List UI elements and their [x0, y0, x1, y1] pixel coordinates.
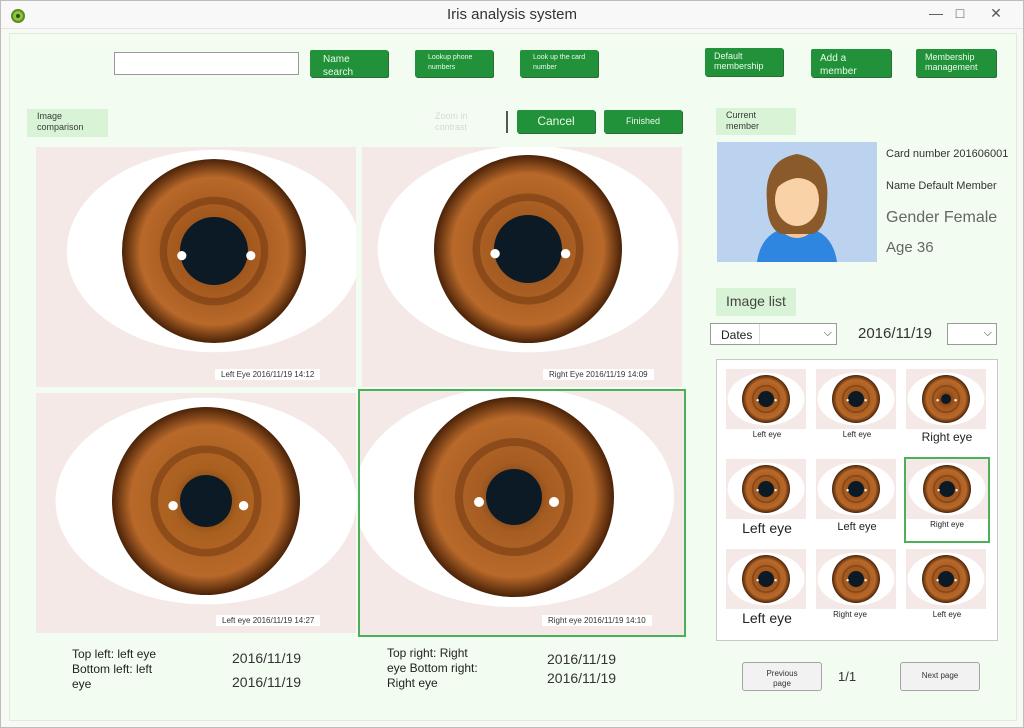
- female-avatar-icon: [717, 142, 877, 262]
- member-card-number: Card number 201606001: [886, 148, 1009, 160]
- name-search-input[interactable]: [114, 52, 299, 75]
- thumbnail-caption: Right eye: [833, 610, 867, 619]
- eye-photo-icon: [816, 459, 896, 519]
- zoom-contrast-button[interactable]: Zoom in contrast: [429, 109, 506, 135]
- thumbnail-item[interactable]: Left eye: [726, 369, 808, 451]
- image-list-label: Image list: [716, 288, 796, 316]
- eye-photo-icon: [36, 393, 356, 633]
- left-summary-date-1: 2016/11/19: [232, 650, 302, 666]
- name-search-button[interactable]: Name search: [310, 50, 388, 78]
- eye-photo-icon: [726, 459, 806, 519]
- eye-photo-icon: [726, 549, 806, 609]
- current-member-label: Current member: [716, 108, 796, 135]
- thumbnail-item[interactable]: Left eye: [816, 369, 898, 451]
- default-membership-button[interactable]: Default membership: [705, 48, 783, 76]
- membership-management-button[interactable]: Membership management: [916, 49, 996, 77]
- finished-button[interactable]: Finished: [604, 110, 682, 133]
- thumbnail-caption: Left eye: [742, 520, 792, 536]
- chevron-down-icon: ⌵: [983, 327, 992, 339]
- lookup-phone-button[interactable]: Lookup phone numbers: [415, 50, 493, 77]
- lookup-card-button[interactable]: Look up the card number: [520, 50, 598, 77]
- next-page-button[interactable]: Next page: [900, 662, 980, 691]
- date-dropdown[interactable]: ⌵: [947, 323, 997, 345]
- thumbnail-caption: Left eye: [742, 610, 792, 626]
- thumbnail-item[interactable]: Left eye: [726, 459, 808, 541]
- filter-dropdown[interactable]: Dates ⌵: [710, 323, 837, 345]
- app-window: Iris analysis system — □ ✕ Name search L…: [0, 0, 1024, 728]
- eye-photo-icon: [906, 459, 988, 519]
- eye-photo-icon: [906, 549, 986, 609]
- thumbnail-item[interactable]: Right eye: [906, 369, 988, 451]
- date-value: 2016/11/19: [858, 325, 932, 342]
- divider: [506, 111, 508, 133]
- eye-photo-icon: [36, 147, 356, 387]
- thumbnail-caption: Left eye: [842, 430, 872, 439]
- thumbnail-item[interactable]: Left eye: [816, 459, 898, 541]
- previous-page-button[interactable]: Previous page: [742, 662, 822, 691]
- right-summary-date-1: 2016/11/19: [547, 651, 617, 667]
- member-name: Name Default Member: [886, 180, 997, 192]
- maximize-button[interactable]: □: [947, 3, 973, 23]
- pane-caption-bottom-left: Left eye 2016/11/19 14:27: [216, 615, 321, 626]
- page-indicator: 1/1: [838, 669, 857, 684]
- left-summary-text: Top left: left eye Bottom left: left eye: [72, 647, 157, 691]
- eye-image-top-left[interactable]: [36, 147, 356, 387]
- window-title: Iris analysis system: [446, 6, 578, 23]
- title-bar: Iris analysis system — □ ✕: [1, 1, 1023, 29]
- add-member-button[interactable]: Add a member: [811, 49, 891, 77]
- eye-photo-icon: [360, 391, 684, 635]
- eye-photo-icon: [906, 369, 986, 429]
- eye-photo-icon: [362, 147, 682, 387]
- pane-caption-top-left: Left Eye 2016/11/19 14:12: [215, 369, 321, 380]
- member-avatar: [717, 142, 877, 262]
- pane-caption-bottom-right: Right eye 2016/11/19 14:10: [542, 615, 652, 626]
- eye-image-bottom-right[interactable]: [358, 389, 686, 637]
- eye-photo-icon: [726, 369, 806, 429]
- member-age: Age 36: [886, 239, 934, 256]
- right-summary-text: Top right: Right eye Bottom right: Right…: [387, 646, 478, 690]
- thumbnail-caption: Left eye: [837, 521, 877, 533]
- thumbnail-item[interactable]: Left eye: [726, 549, 808, 631]
- thumbnail-caption: Right eye: [930, 520, 964, 529]
- thumbnail-item[interactable]: Right eye: [816, 549, 898, 631]
- thumbnail-item[interactable]: Left eye: [906, 549, 988, 631]
- eye-image-bottom-left[interactable]: [36, 393, 356, 633]
- pane-caption-top-right: Right Eye 2016/11/19 14:09: [543, 369, 654, 380]
- eye-image-top-right[interactable]: [362, 147, 682, 387]
- minimize-button[interactable]: —: [923, 3, 949, 23]
- left-summary-date-2: 2016/11/19: [232, 674, 302, 690]
- right-summary-date-2: 2016/11/19: [547, 670, 617, 686]
- close-button[interactable]: ✕: [983, 3, 1009, 23]
- cancel-button[interactable]: Cancel: [517, 110, 595, 133]
- eye-photo-icon: [816, 369, 896, 429]
- thumbnail-caption: Left eye: [932, 610, 962, 619]
- image-comparison-label: Image comparison: [27, 109, 108, 137]
- member-gender: Gender Female: [886, 209, 998, 226]
- thumbnail-caption: Left eye: [752, 430, 782, 439]
- thumbnail-caption: Right eye: [921, 430, 973, 444]
- thumbnail-item-selected[interactable]: Right eye: [904, 457, 990, 543]
- chevron-down-icon: ⌵: [823, 327, 832, 339]
- eye-photo-icon: [816, 549, 896, 609]
- filter-dropdown-value: Dates: [721, 328, 753, 342]
